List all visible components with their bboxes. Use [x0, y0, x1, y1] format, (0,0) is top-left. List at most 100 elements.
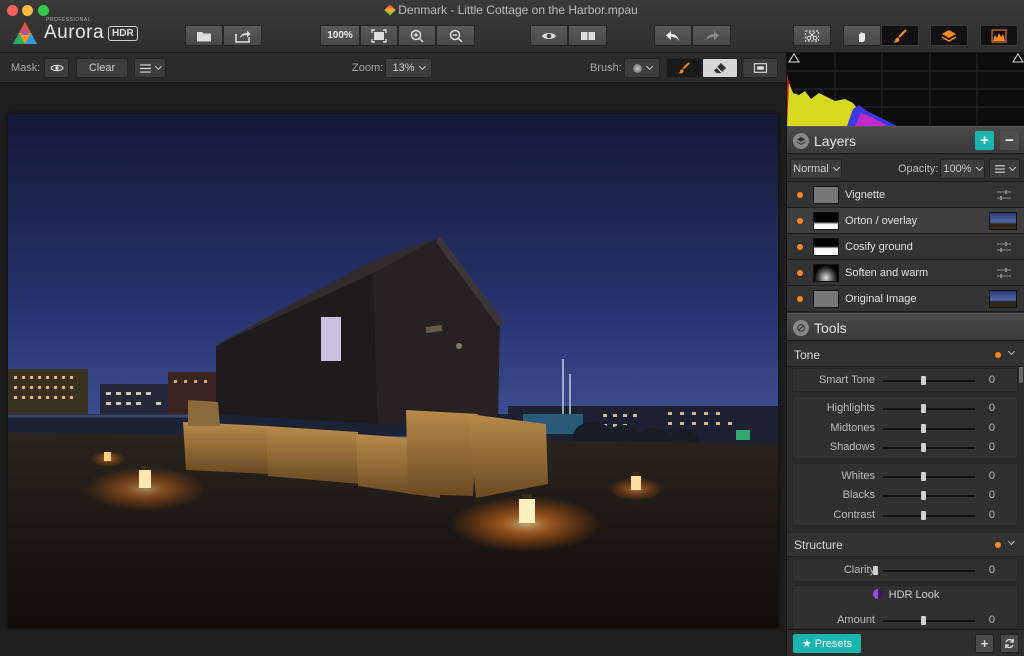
- adjustments-icon[interactable]: [997, 268, 1011, 278]
- slider-knob[interactable]: [921, 616, 926, 625]
- clear-mask-button[interactable]: Clear: [76, 58, 128, 78]
- highlights-slider-row[interactable]: Highlights 0: [793, 399, 1019, 418]
- tone-section-header[interactable]: Tone: [787, 343, 1024, 367]
- slider-knob[interactable]: [921, 404, 926, 413]
- section-enabled-dot[interactable]: [995, 352, 1001, 358]
- layer-row-vignette[interactable]: Vignette: [787, 182, 1024, 208]
- slider-track[interactable]: [883, 476, 975, 478]
- slider-track[interactable]: [883, 620, 975, 622]
- paint-brush-button[interactable]: [666, 58, 702, 78]
- redo-button[interactable]: [692, 25, 731, 46]
- layer-active-dot[interactable]: [797, 244, 803, 250]
- layer-row-original-image[interactable]: Original Image: [787, 286, 1024, 312]
- layer-active-dot[interactable]: [797, 218, 803, 224]
- zoom-select[interactable]: 13%: [385, 58, 432, 78]
- slider-knob[interactable]: [921, 472, 926, 481]
- clarity-slider-row[interactable]: Clarity 0: [793, 561, 1019, 580]
- slider-track[interactable]: [883, 495, 975, 497]
- mask-menu-button[interactable]: [134, 58, 166, 78]
- logo-name: Aurora: [44, 22, 105, 43]
- section-enabled-dot[interactable]: [995, 542, 1001, 548]
- opacity-select[interactable]: 100%: [940, 159, 985, 179]
- histogram-toggle-button[interactable]: [980, 25, 1018, 46]
- zoom-100-button[interactable]: 100%: [320, 25, 360, 46]
- add-preset-button[interactable]: +: [975, 634, 994, 653]
- slider-label: Whites: [841, 470, 875, 482]
- chevron-down-icon[interactable]: [1007, 537, 1016, 546]
- layer-active-dot[interactable]: [797, 192, 803, 198]
- amount-slider-row[interactable]: Amount 0: [793, 611, 1019, 630]
- slider-label: Clarity: [843, 564, 875, 576]
- hdr-look-row[interactable]: HDR Look: [793, 589, 1019, 605]
- fit-screen-button[interactable]: [360, 25, 398, 46]
- tools-section-icon: [793, 320, 809, 336]
- eraser-button[interactable]: [702, 58, 738, 78]
- cottage-photo: [8, 114, 778, 628]
- brush-size-select[interactable]: [624, 58, 660, 78]
- add-layer-button[interactable]: +: [975, 131, 994, 150]
- layers-header: Layers + −: [787, 126, 1024, 154]
- structure-section-header[interactable]: Structure: [787, 533, 1024, 557]
- slider-label: Shadows: [829, 441, 875, 453]
- layer-name: Soften and warm: [845, 267, 929, 279]
- hdr-look-group: HDR Look Amount 0: [792, 585, 1018, 629]
- remove-layer-button[interactable]: −: [1000, 131, 1019, 150]
- mask-overlay-button[interactable]: [742, 58, 778, 78]
- open-button[interactable]: [185, 25, 223, 46]
- slider-track[interactable]: [883, 515, 975, 517]
- slider-knob[interactable]: [921, 491, 926, 500]
- adjustments-icon[interactable]: [997, 190, 1011, 200]
- logo-pro-label: PROFESSIONAL: [46, 17, 91, 23]
- zoom-in-button[interactable]: [398, 25, 436, 46]
- chevron-down-icon[interactable]: [1007, 347, 1016, 356]
- brush-tool-button[interactable]: [881, 25, 919, 46]
- layer-row-orton-overlay[interactable]: Orton / overlay: [787, 208, 1024, 234]
- layer-row-cosify-ground[interactable]: Cosify ground: [787, 234, 1024, 260]
- zoom-out-button[interactable]: [436, 25, 475, 46]
- compare-button[interactable]: [568, 25, 607, 46]
- slider-knob[interactable]: [921, 376, 926, 385]
- blacks-slider-row[interactable]: Blacks 0: [793, 486, 1019, 505]
- slider-knob[interactable]: [921, 443, 926, 452]
- logo-badge: HDR: [108, 25, 138, 41]
- hand-icon: [859, 31, 865, 42]
- hand-tool-button[interactable]: [843, 25, 881, 46]
- clarity-group: Clarity 0: [792, 558, 1018, 582]
- refresh-button[interactable]: [1000, 634, 1019, 653]
- mask-tool-button[interactable]: [793, 25, 831, 46]
- chevron-down-icon: [832, 163, 840, 172]
- blend-mode-select[interactable]: Normal: [790, 159, 842, 179]
- presets-button[interactable]: ★ Presets: [793, 634, 861, 653]
- undo-button[interactable]: [654, 25, 692, 46]
- share-button[interactable]: [223, 25, 262, 46]
- image-canvas[interactable]: [0, 84, 786, 656]
- layer-menu-button[interactable]: [989, 159, 1020, 179]
- preview-button[interactable]: [530, 25, 568, 46]
- layers-section-icon: [793, 133, 809, 149]
- smart-tone-slider-row[interactable]: Smart Tone 0: [793, 371, 1019, 390]
- shadows-slider-row[interactable]: Shadows 0: [793, 438, 1019, 457]
- adjustments-icon[interactable]: [997, 242, 1011, 252]
- layer-active-dot[interactable]: [797, 296, 803, 302]
- mask-overlay-icon: [753, 63, 767, 73]
- contrast-slider-row[interactable]: Contrast 0: [793, 506, 1019, 525]
- slider-track[interactable]: [883, 408, 975, 410]
- layers-toggle-button[interactable]: [930, 25, 968, 46]
- layer-active-dot[interactable]: [797, 270, 803, 276]
- refresh-icon: [1005, 638, 1014, 649]
- slider-track[interactable]: [883, 570, 975, 572]
- slider-track[interactable]: [883, 380, 975, 382]
- slider-knob[interactable]: [873, 566, 878, 575]
- layer-row-soften-and-warm[interactable]: Soften and warm: [787, 260, 1024, 286]
- whites-group: Whites 0 Blacks 0 Contrast 0: [792, 463, 1018, 526]
- layer-name: Cosify ground: [845, 241, 913, 253]
- slider-knob[interactable]: [921, 511, 926, 520]
- slider-track[interactable]: [883, 447, 975, 449]
- slider-track[interactable]: [883, 428, 975, 430]
- slider-knob[interactable]: [921, 424, 926, 433]
- midtones-slider-row[interactable]: Midtones 0: [793, 419, 1019, 438]
- photo-preview[interactable]: [8, 114, 778, 628]
- whites-slider-row[interactable]: Whites 0: [793, 467, 1019, 486]
- smart-tone-group: Smart Tone 0: [792, 368, 1018, 392]
- mask-visibility-button[interactable]: [44, 58, 69, 78]
